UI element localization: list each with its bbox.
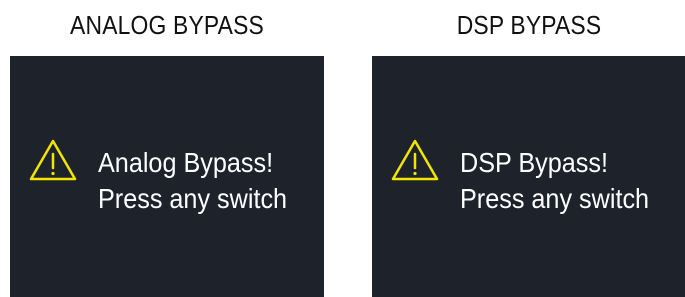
warning-triangle-icon: [29, 139, 77, 181]
panel-title: DSP BYPASS: [456, 10, 602, 40]
bypass-message: DSP Bypass! Press any switch: [460, 145, 649, 217]
message-line-2: Press any switch: [460, 183, 650, 214]
message-line-2: Press any switch: [98, 183, 288, 214]
device-screen: Analog Bypass! Press any switch: [10, 56, 324, 297]
message-line-1: DSP Bypass!: [460, 147, 609, 178]
warning-triangle-icon: [391, 139, 439, 181]
analog-bypass-panel: ANALOG BYPASS Analog Bypass! Press any s…: [10, 0, 324, 297]
dsp-bypass-panel: DSP BYPASS DSP Bypass! Press any switch: [372, 0, 685, 297]
bypass-message: Analog Bypass! Press any switch: [98, 145, 287, 217]
message-line-1: Analog Bypass!: [98, 147, 274, 178]
panel-title: ANALOG BYPASS: [70, 10, 264, 40]
device-screen: DSP Bypass! Press any switch: [372, 56, 685, 297]
